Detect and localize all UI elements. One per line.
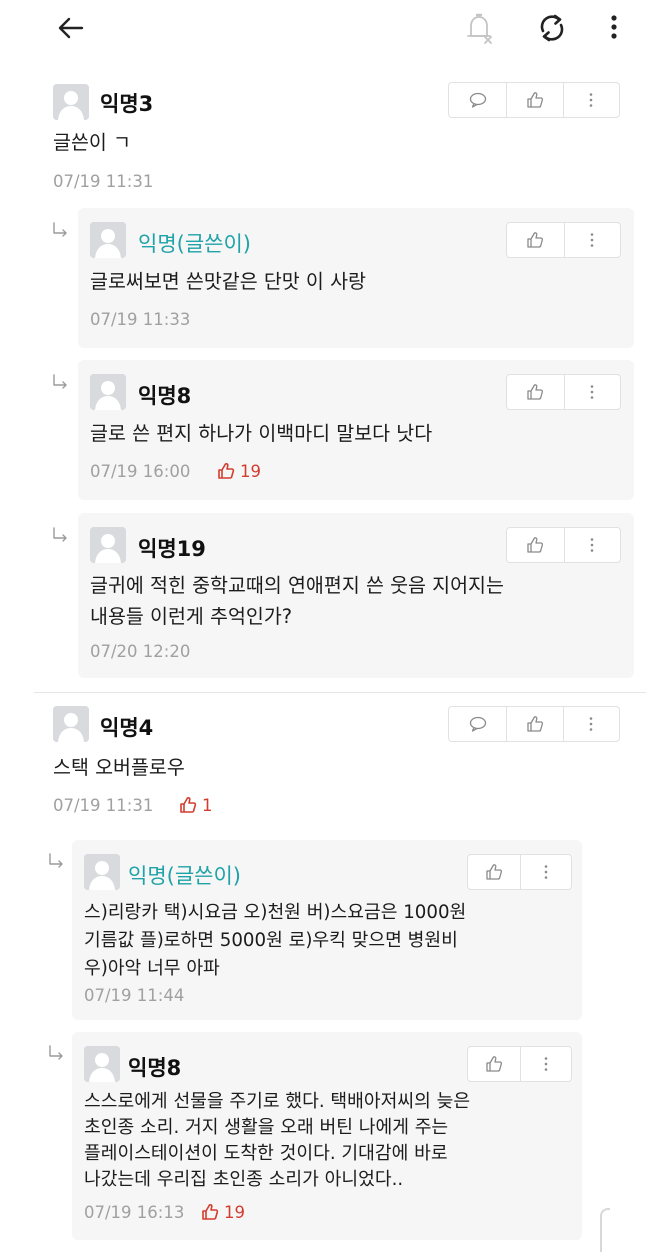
like-count-value: 19 bbox=[224, 1202, 245, 1222]
reply-button[interactable] bbox=[449, 83, 506, 117]
more-button[interactable] bbox=[519, 1047, 572, 1081]
reply-author: 익명(글쓴이) bbox=[128, 864, 241, 888]
reply-actions bbox=[467, 854, 572, 890]
like-count-value: 1 bbox=[202, 795, 213, 815]
reply-time: 07/19 16:13 bbox=[84, 1203, 185, 1222]
avatar bbox=[90, 374, 126, 410]
like-count-value: 19 bbox=[240, 461, 261, 481]
avatar bbox=[84, 1046, 120, 1082]
comment-time: 07/19 11:31 bbox=[53, 172, 154, 191]
like-button[interactable] bbox=[507, 375, 564, 409]
reply: 익명19 글귀에 적힌 중학교때의 연애편지 쓴 웃음 지어지는 내용들 이런게… bbox=[78, 513, 634, 678]
more-vertical-icon bbox=[581, 90, 601, 110]
more-vertical-icon bbox=[536, 862, 556, 882]
more-button[interactable] bbox=[519, 855, 572, 889]
reply: 익명8 글로 쓴 편지 하나가 이백마디 말보다 낫다 07/19 16:00 … bbox=[78, 360, 634, 500]
reply-actions bbox=[467, 1046, 572, 1082]
reply-actions bbox=[506, 222, 621, 258]
like-button[interactable] bbox=[507, 223, 564, 257]
more-vertical-icon bbox=[536, 1054, 556, 1074]
more-vertical-icon bbox=[582, 535, 602, 555]
thumbs-up-icon bbox=[178, 795, 198, 815]
more-button[interactable] bbox=[563, 375, 621, 409]
reply-body-line: 내용들 이런게 추억인가? bbox=[90, 605, 293, 628]
thumbs-up-icon bbox=[200, 1202, 220, 1222]
reply-body-line: 우)아악 너무 아파 bbox=[84, 958, 220, 979]
more-vertical-icon bbox=[582, 230, 602, 250]
reply-button[interactable] bbox=[449, 707, 506, 741]
like-button[interactable] bbox=[507, 528, 564, 562]
reply-arrow-icon bbox=[52, 374, 70, 392]
avatar bbox=[84, 854, 120, 890]
notification-off-icon[interactable] bbox=[462, 10, 496, 46]
reply-author: 익명19 bbox=[138, 537, 206, 561]
avatar bbox=[90, 527, 126, 563]
comment-time: 07/19 11:31 bbox=[53, 796, 154, 815]
like-count: 1 bbox=[178, 795, 213, 815]
avatar bbox=[53, 706, 89, 742]
reply-actions bbox=[506, 527, 621, 563]
reply-body: 글로 쓴 편지 하나가 이백마디 말보다 낫다 bbox=[90, 422, 433, 445]
reply-body-line: 나갔는데 우리집 초인종 소리가 아니었다.. bbox=[84, 1169, 404, 1190]
reply-time: 07/19 11:44 bbox=[84, 986, 185, 1005]
like-count: 19 bbox=[216, 461, 261, 481]
reply-arrow-icon bbox=[48, 853, 66, 871]
more-vertical-icon bbox=[581, 714, 601, 734]
reply-author: 익명8 bbox=[128, 1056, 182, 1080]
reply-time: 07/19 16:00 bbox=[90, 462, 191, 481]
like-button[interactable] bbox=[468, 1047, 520, 1081]
more-vertical-icon[interactable] bbox=[604, 10, 624, 46]
refresh-icon[interactable] bbox=[534, 10, 570, 46]
scrollbar[interactable] bbox=[600, 1208, 610, 1252]
thumbs-up-icon bbox=[525, 382, 545, 402]
thumbs-up-icon bbox=[525, 90, 545, 110]
avatar bbox=[53, 84, 89, 120]
avatar bbox=[90, 222, 126, 258]
thumbs-up-icon bbox=[525, 535, 545, 555]
reply: 익명8 스스로에게 선물을 주기로 했다. 택배아저씨의 늦은 초인종 소리. … bbox=[72, 1032, 582, 1240]
like-button[interactable] bbox=[506, 83, 562, 117]
reply: 익명(글쓴이) 글로써보면 쓴맛같은 단맛 이 사랑 07/19 11:33 bbox=[78, 208, 634, 348]
thumbs-up-icon bbox=[525, 714, 545, 734]
reply-body-line: 기름값 플)로하면 5000원 로)우킥 맞으면 병원비 bbox=[84, 930, 458, 951]
reply-arrow-icon bbox=[52, 527, 70, 545]
divider bbox=[34, 692, 646, 693]
reply-body-line: 글귀에 적힌 중학교때의 연애편지 쓴 웃음 지어지는 bbox=[90, 574, 504, 597]
reply-author: 익명(글쓴이) bbox=[138, 232, 251, 256]
thumbs-up-icon bbox=[525, 230, 545, 250]
more-button[interactable] bbox=[563, 223, 621, 257]
like-button[interactable] bbox=[468, 855, 520, 889]
reply-time: 07/20 12:20 bbox=[90, 642, 191, 661]
more-vertical-icon bbox=[582, 382, 602, 402]
more-button[interactable] bbox=[562, 83, 619, 117]
more-button[interactable] bbox=[562, 707, 619, 741]
thumbs-up-icon bbox=[216, 461, 236, 481]
reply-arrow-icon bbox=[52, 222, 70, 240]
comment-actions bbox=[448, 82, 620, 118]
reply-body: 글로써보면 쓴맛같은 단맛 이 사랑 bbox=[90, 270, 366, 293]
chat-icon bbox=[468, 714, 488, 734]
chat-icon bbox=[468, 90, 488, 110]
comment-body: 글쓴이 ㄱ bbox=[53, 131, 131, 154]
top-bar bbox=[0, 0, 649, 56]
comment-actions bbox=[448, 706, 620, 742]
reply-body-line: 스)리랑카 택)시요금 오)천원 버)스요금은 1000원 bbox=[84, 902, 467, 923]
thumbs-up-icon bbox=[484, 862, 504, 882]
reply-author: 익명8 bbox=[138, 384, 192, 408]
more-button[interactable] bbox=[563, 528, 621, 562]
like-count: 19 bbox=[200, 1202, 245, 1222]
reply: 익명(글쓴이) 스)리랑카 택)시요금 오)천원 버)스요금은 1000원 기름… bbox=[72, 840, 582, 1020]
reply-arrow-icon bbox=[48, 1045, 66, 1063]
comment-body: 스택 오버플로우 bbox=[53, 756, 185, 779]
reply-time: 07/19 11:33 bbox=[90, 310, 191, 329]
like-button[interactable] bbox=[506, 707, 562, 741]
thumbs-up-icon bbox=[484, 1054, 504, 1074]
comment-author: 익명3 bbox=[100, 92, 154, 116]
reply-actions bbox=[506, 374, 621, 410]
back-arrow-icon[interactable] bbox=[56, 12, 88, 44]
comment-author: 익명4 bbox=[100, 716, 154, 740]
